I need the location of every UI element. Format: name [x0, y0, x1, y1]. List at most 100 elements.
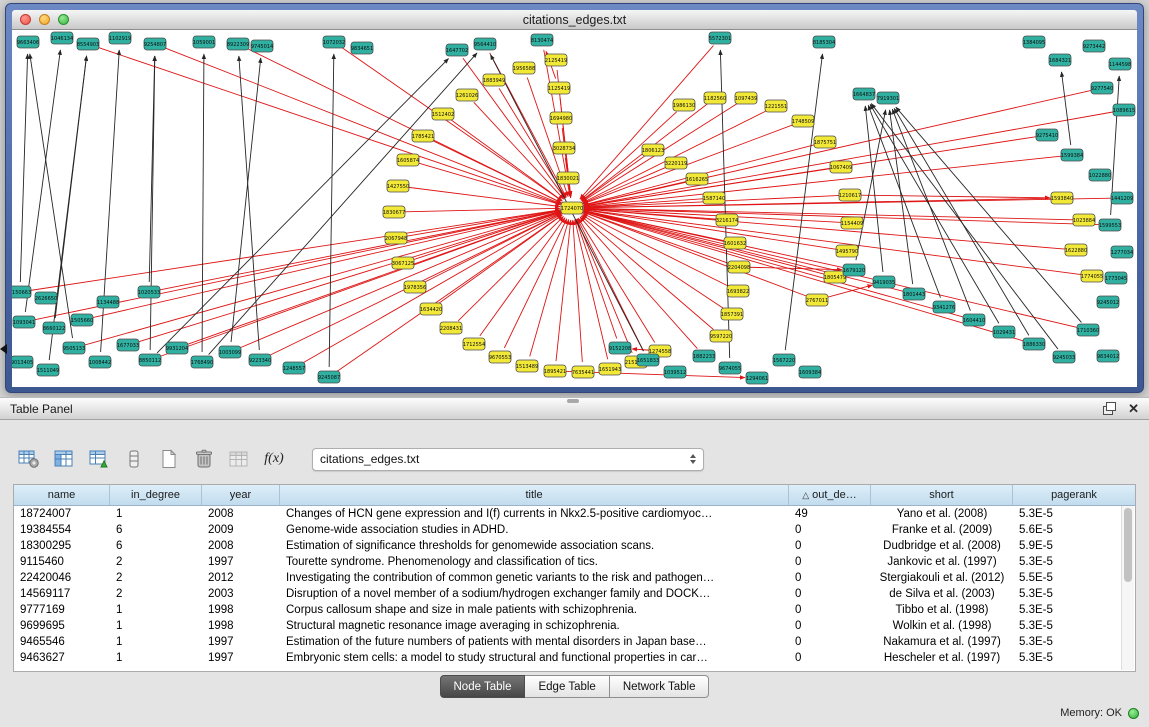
- function-builder-button[interactable]: f(x): [261, 447, 287, 471]
- graph-node[interactable]: 9273442: [1083, 40, 1105, 52]
- column-header-out_de[interactable]: △out_de…: [789, 485, 871, 505]
- graph-node[interactable]: 9834012: [1097, 350, 1119, 362]
- graph-node[interactable]: 1857391: [721, 308, 743, 320]
- graph-node[interactable]: 9745014: [251, 40, 273, 52]
- graph-node[interactable]: 1774055: [1081, 270, 1103, 282]
- import-table-button[interactable]: [86, 447, 112, 471]
- graph-node[interactable]: 1593840: [1051, 192, 1073, 204]
- graph-node[interactable]: 1102919: [109, 32, 131, 44]
- graph-node[interactable]: 1710360: [1077, 324, 1099, 336]
- new-column-button[interactable]: [156, 447, 182, 471]
- graph-node[interactable]: 1144598: [1109, 58, 1131, 70]
- table-row[interactable]: 1830029562008Estimation of significance …: [14, 538, 1135, 554]
- graph-node[interactable]: 2208431: [440, 322, 462, 334]
- graph-node[interactable]: 9223340: [249, 354, 271, 366]
- graph-node[interactable]: 1956588: [513, 62, 535, 74]
- graph-node[interactable]: 2626650: [35, 292, 57, 304]
- graph-node[interactable]: 1604410: [963, 314, 985, 326]
- graph-node[interactable]: 1248557: [283, 362, 305, 374]
- graph-node[interactable]: 8850112: [139, 354, 161, 366]
- table-selector-dropdown[interactable]: citations_edges.txt: [312, 448, 704, 471]
- graph-node[interactable]: 1261026: [456, 89, 478, 101]
- graph-node[interactable]: 2067948: [385, 232, 407, 244]
- column-header-name[interactable]: name: [14, 485, 110, 505]
- graph-node[interactable]: 3220119: [665, 157, 687, 169]
- graph-node[interactable]: 1830021: [557, 172, 579, 184]
- graph-node[interactable]: 1221551: [765, 100, 787, 112]
- graph-node[interactable]: 1441209: [1111, 192, 1133, 204]
- delete-column-button[interactable]: [191, 447, 217, 471]
- graph-node[interactable]: 9834651: [351, 42, 373, 54]
- graph-node[interactable]: 1134488: [97, 296, 119, 308]
- graph-node[interactable]: 1768490: [191, 356, 213, 368]
- graph-node[interactable]: 1020533: [138, 286, 160, 298]
- tab-node-table[interactable]: Node Table: [440, 675, 526, 698]
- graph-node[interactable]: 1895421: [544, 365, 566, 377]
- graph-node[interactable]: 2125419: [545, 54, 567, 66]
- select-columns-button[interactable]: [51, 447, 77, 471]
- graph-node[interactable]: 1384095: [1023, 36, 1045, 48]
- graph-node[interactable]: 1039512: [664, 366, 686, 378]
- column-header-year[interactable]: year: [202, 485, 280, 505]
- graph-node[interactable]: 1072032: [323, 36, 345, 48]
- graph-node[interactable]: 1599384: [1061, 149, 1083, 161]
- graph-node[interactable]: 1059001: [193, 36, 215, 48]
- graph-node[interactable]: 8660122: [43, 322, 65, 334]
- graph-node[interactable]: 1097439: [735, 92, 757, 104]
- graph-node[interactable]: 9245087: [318, 371, 340, 383]
- graph-node[interactable]: 1067409: [830, 161, 852, 173]
- table-row[interactable]: 1872400712008Changes of HCN gene express…: [14, 506, 1135, 522]
- graph-node[interactable]: 1748509: [792, 115, 814, 127]
- close-panel-icon[interactable]: ✕: [1128, 402, 1139, 415]
- scrollbar-thumb[interactable]: [1124, 508, 1132, 582]
- graph-node[interactable]: 1622880: [1065, 244, 1087, 256]
- float-panel-icon[interactable]: [1103, 402, 1116, 415]
- graph-node[interactable]: 1505660: [71, 314, 93, 326]
- graph-node[interactable]: 1773045: [1105, 272, 1127, 284]
- network-canvas[interactable]: 1724070212541919565881883949126102615124…: [12, 30, 1137, 387]
- graph-node[interactable]: 7635441: [572, 366, 594, 378]
- graph-node[interactable]: 8554903: [77, 38, 99, 50]
- graph-node[interactable]: 9254807: [144, 38, 166, 50]
- graph-node[interactable]: 1712554: [463, 338, 485, 350]
- minimize-window-button[interactable]: [39, 14, 50, 25]
- graph-node[interactable]: 8922309: [227, 38, 249, 50]
- tab-network-table[interactable]: Network Table: [610, 675, 710, 698]
- graph-node[interactable]: 1495790: [836, 245, 858, 257]
- column-header-pagerank[interactable]: pagerank: [1013, 485, 1135, 505]
- graph-node[interactable]: 1986130: [673, 99, 695, 111]
- graph-node[interactable]: 1513489: [516, 360, 538, 372]
- graph-node[interactable]: 1046134: [51, 32, 73, 44]
- graph-node[interactable]: 1647702: [446, 44, 468, 56]
- graph-node[interactable]: 9152208: [609, 342, 631, 354]
- graph-node[interactable]: 1427550: [387, 180, 409, 192]
- table-row[interactable]: 969969511998Structural magnetic resonanc…: [14, 618, 1135, 634]
- zoom-window-button[interactable]: [58, 14, 69, 25]
- graph-node[interactable]: 3216174: [716, 214, 738, 226]
- graph-node[interactable]: 1511049: [37, 364, 59, 376]
- graph-node[interactable]: 1567220: [773, 354, 795, 366]
- table-row[interactable]: 977716911998Corpus callosum shape and si…: [14, 602, 1135, 618]
- column-header-title[interactable]: title: [280, 485, 789, 505]
- graph-node[interactable]: 1601632: [724, 237, 746, 249]
- graph-node[interactable]: 3028734: [553, 142, 575, 154]
- graph-node[interactable]: 8130474: [531, 34, 553, 46]
- graph-node[interactable]: 1008442: [89, 356, 111, 368]
- graph-node[interactable]: 9150663: [12, 286, 31, 298]
- graph-node[interactable]: 1210617: [839, 189, 861, 201]
- graph-node[interactable]: 1882233: [693, 350, 715, 362]
- export-table-button[interactable]: [226, 447, 252, 471]
- graph-node[interactable]: 1651833: [637, 354, 659, 366]
- graph-node[interactable]: 1830677: [383, 206, 405, 218]
- graph-node[interactable]: 9670553: [489, 351, 511, 363]
- graph-node[interactable]: 9564410: [474, 38, 496, 50]
- graph-node[interactable]: 1294061: [746, 372, 768, 384]
- graph-node[interactable]: 1125419: [548, 82, 570, 94]
- graph-node[interactable]: 1089615: [1113, 104, 1135, 116]
- graph-node[interactable]: 1677033: [117, 339, 139, 351]
- close-window-button[interactable]: [20, 14, 31, 25]
- graph-node[interactable]: 1724070: [561, 202, 583, 214]
- network-graph[interactable]: 1724070212541919565881883949126102615124…: [12, 30, 1137, 387]
- graph-node[interactable]: 8185304: [813, 36, 835, 48]
- graph-node[interactable]: 1875751: [814, 136, 836, 148]
